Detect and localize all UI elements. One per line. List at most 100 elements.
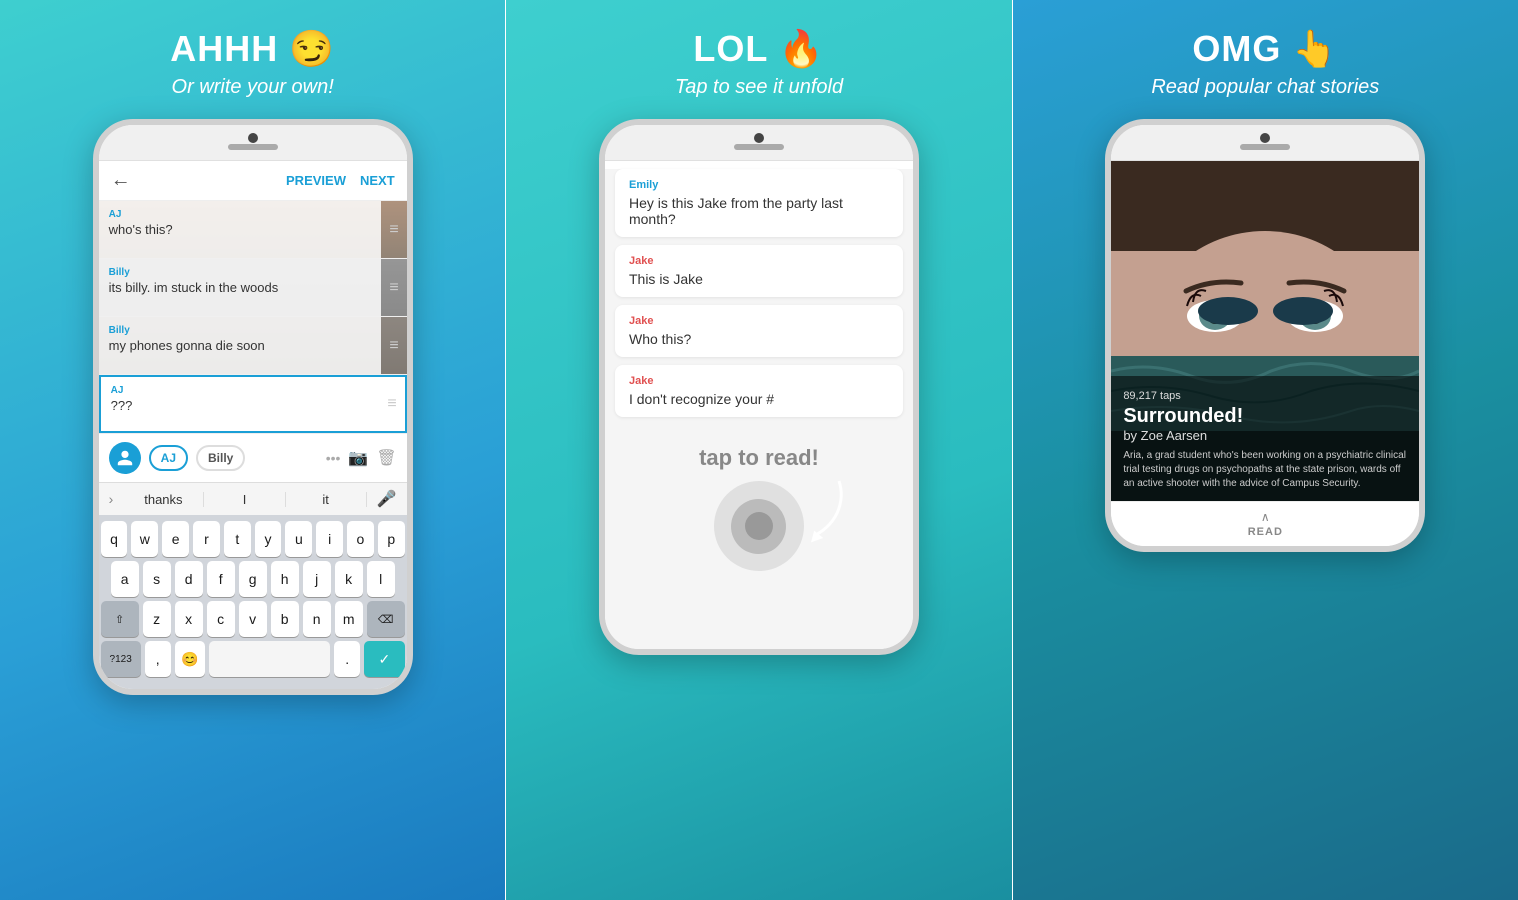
msg-content-2: Billy my phones gonna die soon [99, 317, 382, 374]
autocomplete-word-2[interactable]: it [286, 492, 367, 507]
msg-text-3: ??? [111, 398, 370, 413]
phone-top-bar-2 [605, 125, 913, 161]
autocomplete-expand[interactable]: › [99, 491, 124, 507]
preview-button[interactable]: PREVIEW [286, 173, 346, 188]
story-sender-0: Emily [629, 179, 889, 191]
story-msg-2[interactable]: Jake Who this? [615, 305, 903, 357]
back-button[interactable]: ← [111, 169, 131, 192]
key-y[interactable]: y [255, 521, 282, 557]
key-r[interactable]: r [193, 521, 220, 557]
story-msg-0[interactable]: Emily Hey is this Jake from the party la… [615, 169, 903, 237]
msg-text-0: who's this? [109, 222, 372, 237]
char-btn-aj[interactable]: AJ [149, 445, 188, 471]
panel-3-subtitle: Read popular chat stories [1151, 76, 1379, 99]
keyboard: q w e r t y u i o p a s d f g h j k l [99, 515, 407, 689]
key-b[interactable]: b [271, 601, 299, 637]
msg-sender-2: Billy [109, 325, 372, 336]
message-row-2[interactable]: Billy my phones gonna die soon ≡ [99, 317, 407, 375]
key-comma[interactable]: , [145, 641, 171, 677]
add-character-button[interactable] [109, 442, 141, 474]
msg-text-1: its billy. im stuck in the woods [109, 280, 372, 295]
key-w[interactable]: w [131, 521, 158, 557]
keyboard-row-3: ?123 , 😊 . ✓ [101, 641, 405, 677]
key-m[interactable]: m [335, 601, 363, 637]
key-c[interactable]: c [207, 601, 235, 637]
msg-sender-3: AJ [111, 385, 370, 396]
panel-3-title: OMG 👆 [1151, 28, 1379, 70]
editor-nav: ← PREVIEW NEXT [99, 161, 407, 201]
tap-arrow [794, 471, 854, 551]
microphone-icon[interactable]: 🎤 [367, 489, 407, 509]
read-bar[interactable]: ∧ READ [1111, 501, 1419, 546]
story-msg-1[interactable]: Jake This is Jake [615, 245, 903, 297]
phone-camera-2 [754, 133, 764, 143]
panel-2-title: LOL 🔥 [675, 28, 843, 70]
drag-handle-1[interactable]: ≡ [381, 259, 406, 316]
drag-handle-0[interactable]: ≡ [381, 201, 406, 258]
key-emoji[interactable]: 😊 [175, 641, 205, 677]
key-return[interactable]: ✓ [364, 641, 405, 677]
story-taps: 89,217 taps [1123, 390, 1407, 402]
message-row-1[interactable]: Billy its billy. im stuck in the woods ≡ [99, 259, 407, 317]
key-space[interactable] [209, 641, 331, 677]
phone-camera-1 [248, 133, 258, 143]
key-d[interactable]: d [175, 561, 203, 597]
story-msg-3[interactable]: Jake I don't recognize your # [615, 365, 903, 417]
msg-content-1: Billy its billy. im stuck in the woods [99, 259, 382, 316]
msg-text-2: my phones gonna die soon [109, 338, 372, 353]
autocomplete-word-0[interactable]: thanks [123, 492, 204, 507]
story-text-0: Hey is this Jake from the party last mon… [629, 195, 889, 227]
tap-circle[interactable] [714, 481, 804, 571]
tap-circle-inner [731, 499, 786, 554]
key-t[interactable]: t [224, 521, 251, 557]
key-x[interactable]: x [175, 601, 203, 637]
panel-1-subtitle: Or write your own! [170, 76, 335, 99]
nav-actions: PREVIEW NEXT [286, 173, 395, 188]
key-l[interactable]: l [367, 561, 395, 597]
story-sender-3: Jake [629, 375, 889, 387]
read-label[interactable]: READ [1248, 526, 1283, 538]
panel-lol: LOL 🔥 Tap to see it unfold Emily Hey is … [506, 0, 1011, 900]
camera-icon[interactable]: 📷 [348, 448, 368, 468]
key-v[interactable]: v [239, 601, 267, 637]
key-g[interactable]: g [239, 561, 267, 597]
key-h[interactable]: h [271, 561, 299, 597]
drag-handle-3[interactable]: ≡ [379, 377, 404, 431]
key-q[interactable]: q [101, 521, 128, 557]
key-s[interactable]: s [143, 561, 171, 597]
message-row-3[interactable]: AJ ??? ≡ [99, 375, 407, 433]
key-e[interactable]: e [162, 521, 189, 557]
next-button[interactable]: NEXT [360, 173, 395, 188]
key-o[interactable]: o [347, 521, 374, 557]
key-j[interactable]: j [303, 561, 331, 597]
more-options[interactable]: ••• [326, 450, 341, 466]
tap-circle-center [745, 512, 773, 540]
char-btn-billy[interactable]: Billy [196, 445, 245, 471]
key-k[interactable]: k [335, 561, 363, 597]
key-a[interactable]: a [111, 561, 139, 597]
key-u[interactable]: u [285, 521, 312, 557]
key-n[interactable]: n [303, 601, 331, 637]
panel-omg: OMG 👆 Read popular chat stories [1013, 0, 1518, 900]
key-i[interactable]: i [316, 521, 343, 557]
panel-3-header: OMG 👆 Read popular chat stories [1131, 0, 1399, 119]
phone-frame-3: 89,217 taps Surrounded! by Zoe Aarsen Ar… [1105, 119, 1425, 552]
key-f[interactable]: f [207, 561, 235, 597]
key-delete[interactable]: ⌫ [367, 601, 405, 637]
read-chevron-icon: ∧ [1261, 510, 1270, 524]
panel-2-header: LOL 🔥 Tap to see it unfold [655, 0, 863, 119]
message-row-0[interactable]: AJ who's this? ≡ [99, 201, 407, 259]
panel-1-header: AHHH 😏 Or write your own! [150, 0, 355, 119]
chat-editor: AJ who's this? ≡ Billy its billy. im stu… [99, 201, 407, 433]
autocomplete-word-1[interactable]: I [204, 492, 285, 507]
tap-to-read[interactable]: tap to read! [605, 425, 913, 591]
key-num[interactable]: ?123 [101, 641, 141, 677]
key-p[interactable]: p [378, 521, 405, 557]
phone-speaker-3 [1240, 144, 1290, 150]
trash-icon[interactable]: 🗑 [376, 448, 396, 468]
drag-handle-2[interactable]: ≡ [381, 317, 406, 374]
key-z[interactable]: z [143, 601, 171, 637]
key-shift[interactable]: ⇧ [101, 601, 139, 637]
panel-ahhh: AHHH 😏 Or write your own! ← PREVIEW NEXT… [0, 0, 505, 900]
key-period[interactable]: . [334, 641, 360, 677]
